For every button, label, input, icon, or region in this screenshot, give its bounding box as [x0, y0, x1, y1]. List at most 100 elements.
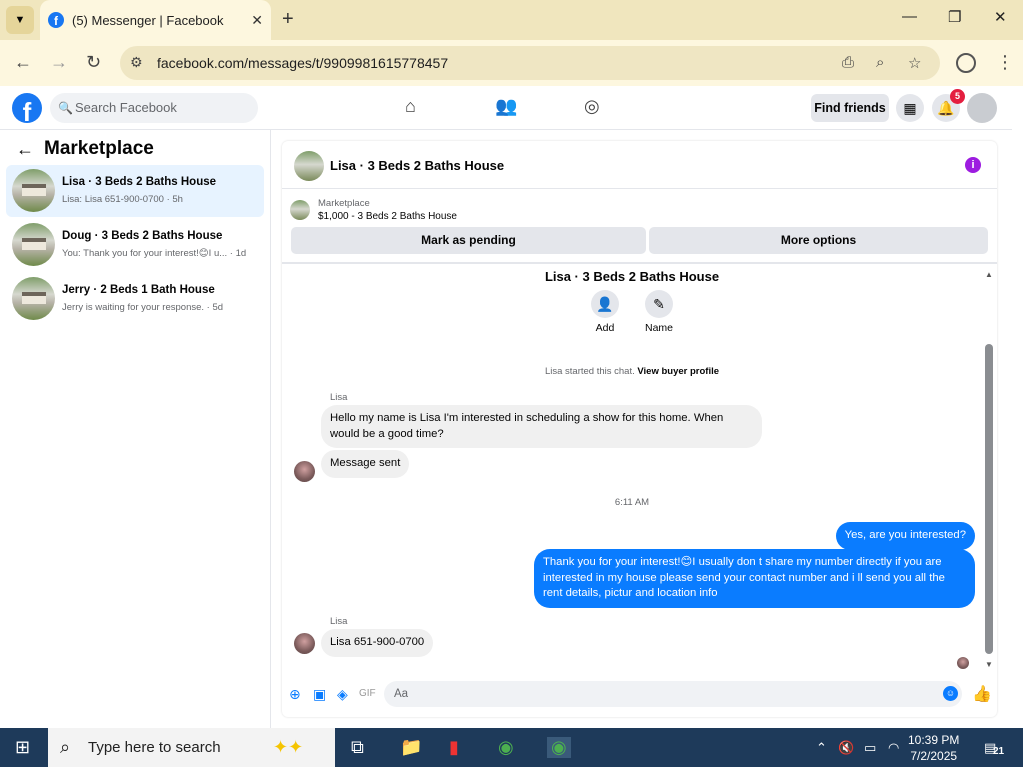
sidebar-title: Marketplace: [44, 138, 154, 159]
profile-icon[interactable]: [956, 53, 976, 73]
add-label: Add: [595, 322, 615, 334]
plus-circle-icon[interactable]: ⊕: [289, 686, 301, 703]
conversation-name: Lisa · 3 Beds 2 Baths House: [62, 176, 217, 188]
chrome-active-icon[interactable]: ◉: [547, 737, 571, 758]
windows-start-icon[interactable]: ⊞: [15, 737, 30, 758]
task-view-icon[interactable]: ⧉: [351, 737, 364, 758]
notification-badge: 5: [950, 89, 965, 104]
name-chat-button[interactable]: ✎ Name: [629, 290, 689, 334]
time-stamp: 6:11 AM: [614, 497, 650, 508]
pencil-icon: ✎: [645, 290, 673, 318]
menu-grid-icon[interactable]: ▦: [896, 94, 924, 122]
facebook-logo-icon[interactable]: f: [12, 93, 42, 123]
conversation-preview: Lisa: Lisa 651-900-0700 · 5h: [62, 194, 183, 205]
incoming-message[interactable]: Message sent: [321, 450, 410, 478]
chat-started-notice: Lisa started this chat. View buyer profi…: [282, 366, 982, 377]
sidebar-header: ← Marketplace: [16, 138, 154, 160]
app-icon[interactable]: ▮: [449, 737, 459, 758]
add-people-button[interactable]: 👤 Add: [575, 290, 635, 334]
minimize-icon[interactable]: —: [902, 8, 917, 25]
more-options-button[interactable]: More options: [649, 227, 988, 254]
gif-icon[interactable]: GIF: [359, 688, 376, 699]
outgoing-message[interactable]: Thank you for your interest!😊I usually d…: [534, 549, 975, 608]
conversation-name: Doug · 3 Beds 2 Baths House: [62, 230, 223, 242]
restore-icon[interactable]: ❐: [948, 8, 961, 26]
clock-date: 7/2/2025: [910, 749, 958, 763]
url-text[interactable]: facebook.com/messages/t/9909981615778457: [157, 55, 448, 71]
conversation-item[interactable]: Doug · 3 Beds 2 Baths House You: Thank y…: [6, 219, 264, 271]
message-scrollbar[interactable]: ▲ ▼: [985, 270, 993, 674]
home-icon[interactable]: ⌂: [405, 96, 416, 117]
taskbar-search-input[interactable]: ⌕ Type here to search ✦✦: [48, 728, 335, 767]
incoming-message[interactable]: Lisa 651-900-0700: [321, 629, 434, 657]
close-tab-icon[interactable]: ✕: [251, 12, 263, 29]
address-bar-row: ← → ↻ ⚙ facebook.com/messages/t/99099816…: [0, 40, 1023, 86]
listing-avatar: [290, 200, 310, 220]
install-app-icon[interactable]: ⎙: [842, 54, 854, 71]
meet-icon[interactable]: ▭: [864, 740, 876, 756]
search-icon: 🔍: [58, 101, 73, 115]
conversation-item[interactable]: Lisa · 3 Beds 2 Baths House Lisa: Lisa 6…: [6, 165, 264, 217]
zoom-icon[interactable]: ⌕: [876, 54, 884, 71]
info-icon[interactable]: i: [965, 157, 981, 173]
listing-thumbnail: [12, 223, 55, 266]
photo-icon[interactable]: ▣: [313, 686, 326, 703]
browser-tab-strip: ▼ f (5) Messenger | Facebook ✕ + — ❐ ✕: [0, 0, 1023, 40]
facebook-favicon-icon: f: [48, 12, 64, 28]
thumbs-up-icon[interactable]: 👍: [972, 684, 992, 704]
sender-avatar[interactable]: [294, 461, 315, 482]
chat-avatar[interactable]: [294, 151, 324, 181]
tray-chevron-icon[interactable]: ⌃: [816, 740, 827, 756]
copilot-sparkle-icon[interactable]: ✦✦: [273, 728, 303, 767]
menu-dots-icon[interactable]: ⋮: [996, 52, 1014, 73]
chat-panel: Lisa · 3 Beds 2 Baths House i Marketplac…: [282, 141, 997, 717]
listing-thumbnail: [12, 277, 55, 320]
tab-search-dropdown[interactable]: ▼: [6, 6, 34, 34]
tab-title: (5) Messenger | Facebook: [72, 12, 224, 28]
file-explorer-icon[interactable]: 📁: [400, 737, 422, 758]
facebook-search-input[interactable]: 🔍 Search Facebook: [50, 93, 258, 123]
sender-avatar[interactable]: [294, 633, 315, 654]
account-avatar[interactable]: [967, 93, 997, 123]
address-bar[interactable]: ⚙ facebook.com/messages/t/99099816157784…: [120, 46, 940, 80]
incoming-message[interactable]: Hello my name is Lisa I'm interested in …: [321, 405, 762, 448]
add-person-icon: 👤: [591, 290, 619, 318]
groups-icon[interactable]: ◎: [584, 96, 600, 117]
chat-title[interactable]: Lisa · 3 Beds 2 Baths House: [330, 158, 504, 173]
name-label: Name: [644, 322, 673, 334]
scroll-down-icon[interactable]: ▼: [985, 660, 993, 669]
new-tab-icon[interactable]: +: [282, 8, 294, 31]
close-window-icon[interactable]: ✕: [994, 8, 1007, 26]
read-receipt-avatar: [957, 657, 969, 669]
chevron-down-icon: ▼: [14, 14, 26, 26]
reload-icon[interactable]: ↻: [86, 52, 101, 73]
listing-row[interactable]: Marketplace $1,000 - 3 Beds 2 Baths Hous…: [290, 197, 990, 223]
volume-muted-icon[interactable]: 🔇: [838, 740, 854, 756]
bookmark-star-icon[interactable]: ☆: [908, 54, 921, 72]
sender-name: Lisa: [330, 616, 348, 627]
wifi-icon[interactable]: ◠: [888, 740, 899, 756]
back-arrow-icon[interactable]: ←: [16, 139, 34, 160]
find-friends-button[interactable]: Find friends: [811, 94, 889, 122]
search-placeholder: Search Facebook: [75, 100, 177, 115]
chrome-icon[interactable]: ◉: [498, 737, 514, 758]
forward-icon[interactable]: →: [50, 52, 68, 73]
clock-time: 10:39 PM: [908, 733, 960, 747]
message-input[interactable]: Aa: [384, 681, 962, 707]
taskbar-search-placeholder: Type here to search: [88, 739, 221, 756]
scrollbar-thumb[interactable]: [985, 344, 993, 654]
friends-icon[interactable]: 👥: [495, 96, 517, 117]
sticker-icon[interactable]: ◈: [337, 686, 348, 703]
conversation-item[interactable]: Jerry · 2 Beds 1 Bath House Jerry is wai…: [6, 273, 264, 325]
outgoing-message[interactable]: Yes, are you interested?: [835, 522, 975, 550]
scroll-up-icon[interactable]: ▲: [985, 270, 993, 279]
browser-tab[interactable]: f (5) Messenger | Facebook ✕: [40, 0, 271, 40]
message-list: Lisa · 3 Beds 2 Baths House 👤 Add ✎ Name…: [282, 264, 997, 674]
emoji-icon[interactable]: ☺: [943, 686, 958, 701]
back-icon[interactable]: ←: [14, 52, 32, 73]
message-composer: ⊕ ▣ ◈ GIF Aa ☺ 👍: [282, 679, 997, 711]
site-info-icon[interactable]: ⚙: [130, 54, 143, 71]
view-buyer-profile-link[interactable]: View buyer profile: [637, 366, 719, 377]
taskbar-clock[interactable]: 10:39 PM 7/2/2025: [908, 732, 959, 764]
mark-pending-button[interactable]: Mark as pending: [291, 227, 646, 254]
